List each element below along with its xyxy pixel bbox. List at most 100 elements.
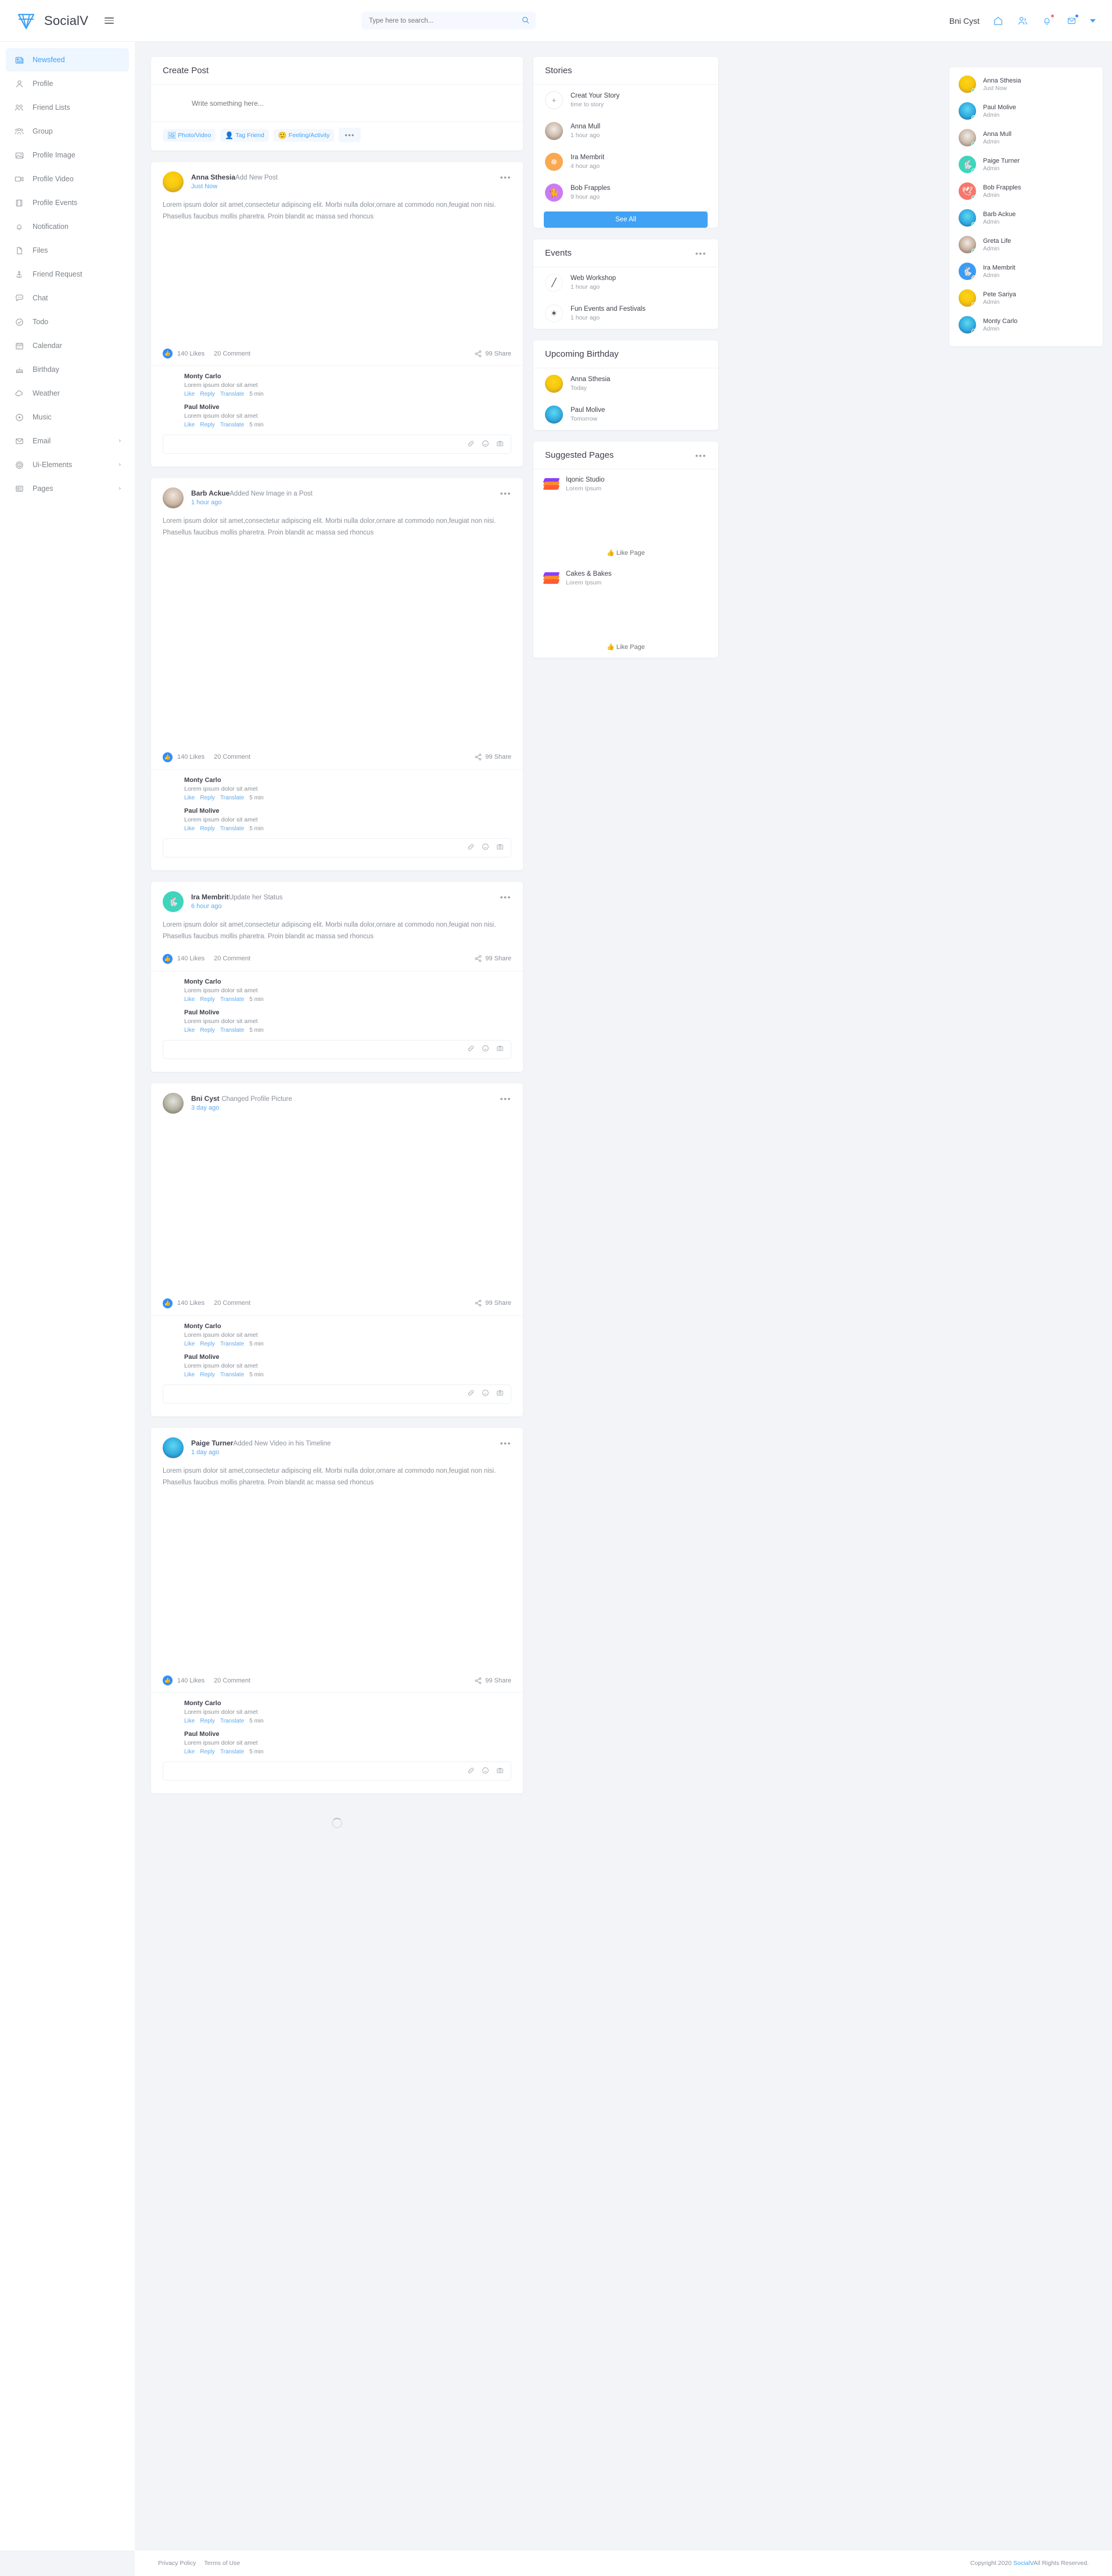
comment-author[interactable]: Monty Carlo [184,373,264,380]
comment-author[interactable]: Paul Molive [184,1009,264,1016]
events-menu-icon[interactable]: ••• [695,249,706,258]
comment-translate-link[interactable]: Translate [220,1341,244,1347]
post-author[interactable]: Bni Cyst [191,1095,220,1103]
more-options-button[interactable]: ••• [339,128,361,142]
comment-input-box[interactable] [163,838,511,858]
privacy-policy-link[interactable]: Privacy Policy [158,2560,196,2567]
comment-like-link[interactable]: Like [184,996,195,1003]
sidebar-item-ui-elements[interactable]: Ui-Elements › [6,453,129,476]
sidebar-item-profile-video[interactable]: Profile Video [6,167,129,191]
comment-like-link[interactable]: Like [184,1718,195,1724]
story-item[interactable]: Anna Mull 1 hour ago [533,116,718,146]
comment-translate-link[interactable]: Translate [220,391,244,397]
friend-item[interactable]: Anna Sthesia Just Now [949,71,1103,98]
create-story-item[interactable]: + Creat Your Story time to story [533,85,718,116]
post-image[interactable] [163,231,379,338]
create-post-input[interactable] [192,99,511,107]
emoji-icon[interactable] [482,1389,489,1398]
comment-like-link[interactable]: Like [184,795,195,801]
post-menu-icon[interactable]: ••• [500,1093,511,1103]
comment-count[interactable]: 20 Comment [214,754,250,760]
comment-translate-link[interactable]: Translate [220,996,244,1003]
comment-author[interactable]: Paul Molive [184,404,264,411]
comment-like-link[interactable]: Like [184,1341,195,1347]
comment-input-box[interactable] [163,1761,511,1781]
story-item[interactable]: ✵ Ira Membrit 4 hour ago [533,146,718,177]
share-button[interactable]: 99 Share [475,1677,511,1684]
emoji-icon[interactable] [482,843,489,852]
share-button[interactable]: 99 Share [475,1300,511,1307]
mail-icon[interactable] [1066,14,1078,27]
sidebar-item-profile-events[interactable]: Profile Events [6,191,129,214]
comment-count[interactable]: 20 Comment [214,350,250,357]
comment-author[interactable]: Monty Carlo [184,777,264,784]
sidebar-item-friend-request[interactable]: Friend Request [6,263,129,286]
search-input[interactable] [361,17,536,24]
friend-item[interactable]: Pete Sariya Admin [949,285,1103,311]
like-page-button[interactable]: 👍 Like Page [533,637,718,658]
friend-item[interactable]: 🐇 Ira Membrit Admin [949,258,1103,285]
comment-count[interactable]: 20 Comment [214,1300,250,1307]
friend-item[interactable]: Barb Ackue Admin [949,204,1103,231]
comment-input-box[interactable] [163,1039,511,1059]
post-image[interactable] [382,231,511,283]
link-icon[interactable] [467,1767,475,1776]
comment-input-box[interactable] [163,435,511,454]
comment-like-link[interactable]: Like [184,1372,195,1378]
sidebar-item-music[interactable]: Music [6,406,129,429]
suggested-page-item[interactable]: Cakes & Bakes Lorem Ipsum [533,564,718,590]
emoji-icon[interactable] [482,1767,489,1776]
link-icon[interactable] [467,1045,475,1054]
share-button[interactable]: 99 Share [475,955,511,962]
like-icon[interactable]: 👍 [163,1298,173,1308]
friend-item[interactable]: 🐇 Paige Turner Admin [949,151,1103,178]
like-icon[interactable]: 👍 [163,349,173,359]
comment-author[interactable]: Paul Molive [184,808,264,815]
like-count[interactable]: 140 Likes [177,955,205,962]
terms-of-use-link[interactable]: Terms of Use [204,2560,240,2567]
comment-translate-link[interactable]: Translate [220,1027,244,1034]
comment-reply-link[interactable]: Reply [200,996,215,1003]
sidebar-item-chat[interactable]: Chat [6,286,129,310]
like-count[interactable]: 140 Likes [177,1677,205,1684]
comment-author[interactable]: Monty Carlo [184,1700,264,1707]
post-author[interactable]: Ira Membrit [191,893,229,901]
camera-icon[interactable] [496,843,504,852]
comment-count[interactable]: 20 Comment [214,955,250,962]
like-icon[interactable]: 👍 [163,752,173,762]
sidebar-item-weather[interactable]: Weather [6,382,129,405]
header-user[interactable]: Bni Cyst [927,13,980,29]
post-video-player[interactable] [163,1497,511,1665]
like-page-button[interactable]: 👍 Like Page [533,543,718,564]
comment-translate-link[interactable]: Translate [220,1749,244,1755]
share-button[interactable]: 99 Share [475,754,511,760]
sidebar-item-friend-lists[interactable]: Friend Lists [6,96,129,119]
comment-reply-link[interactable]: Reply [200,1749,215,1755]
page-thumbnail[interactable] [544,498,708,543]
sidebar-item-profile[interactable]: Profile [6,72,129,95]
comment-like-link[interactable]: Like [184,1749,195,1755]
comment-like-link[interactable]: Like [184,422,195,428]
sidebar-item-newsfeed[interactable]: Newsfeed [6,48,129,71]
comment-translate-link[interactable]: Translate [220,795,244,801]
sidebar-item-todo[interactable]: Todo [6,310,129,333]
comment-input-box[interactable] [163,1384,511,1404]
like-count[interactable]: 140 Likes [177,350,205,357]
tag-friend-button[interactable]: 👤 Tag Friend [220,128,269,142]
home-icon[interactable] [992,15,1004,27]
sidebar-item-email[interactable]: Email › [6,429,129,453]
friend-item[interactable]: Monty Carlo Admin [949,311,1103,338]
share-button[interactable]: 99 Share [475,350,511,357]
friends-icon[interactable] [1017,15,1028,27]
friend-item[interactable]: Paul Molive Admin [949,98,1103,124]
post-menu-icon[interactable]: ••• [500,171,511,182]
suggested-pages-menu-icon[interactable]: ••• [695,451,706,460]
link-icon[interactable] [467,440,475,449]
friend-item[interactable]: Anna Mull Admin [949,124,1103,151]
sidebar-item-calendar[interactable]: Calendar [6,334,129,357]
comment-count[interactable]: 20 Comment [214,1677,250,1684]
comment-like-link[interactable]: Like [184,391,195,397]
like-icon[interactable]: 👍 [163,953,173,964]
comment-author[interactable]: Monty Carlo [184,978,264,985]
avatar[interactable]: 🐇 [163,891,184,912]
